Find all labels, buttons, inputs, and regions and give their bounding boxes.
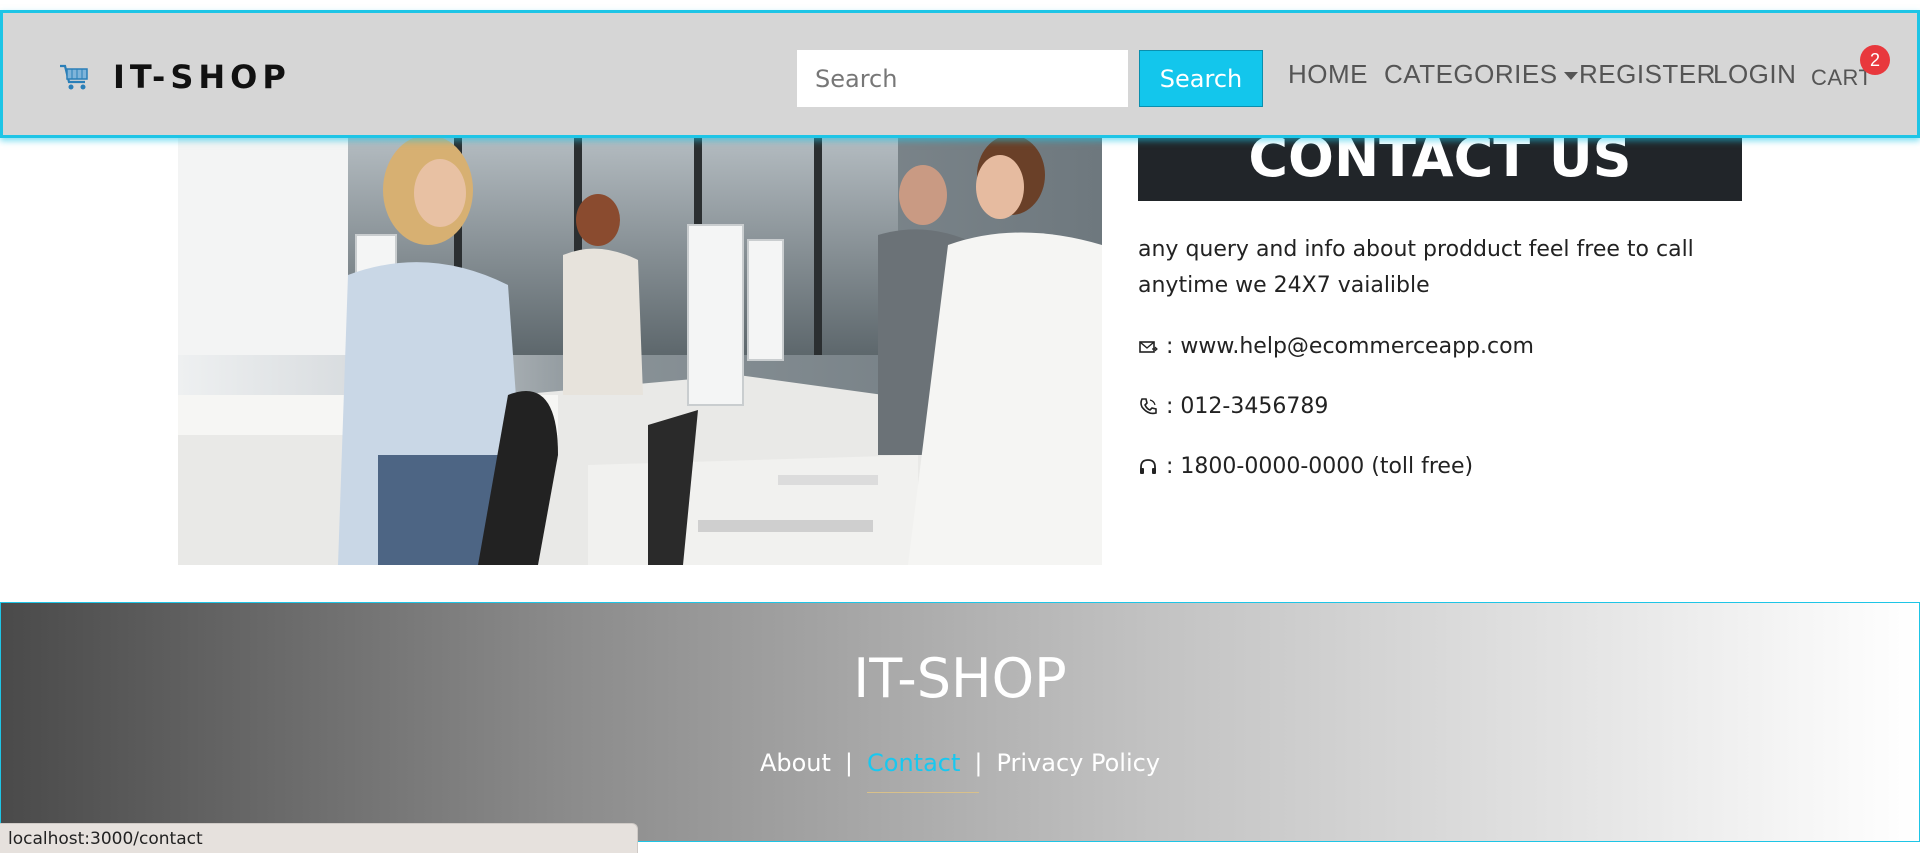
cart-count-badge: 2 xyxy=(1860,45,1890,75)
contact-phone: : 012-3456789 xyxy=(1138,394,1328,419)
headset-icon xyxy=(1140,458,1156,474)
footer-link-privacy[interactable]: Privacy Policy xyxy=(996,749,1160,777)
brand-link[interactable]: IT-SHOP xyxy=(57,58,291,96)
search-input[interactable] xyxy=(797,50,1128,107)
contact-email: : www.help@ecommerceapp.com xyxy=(1138,334,1534,359)
footer-separator: | xyxy=(974,749,983,777)
footer: IT-SHOP About | Contact | Privacy Policy xyxy=(0,602,1920,842)
footer-active-underline xyxy=(867,792,979,793)
contact-description: any query and info about prodduct feel f… xyxy=(1138,237,1694,298)
search-button[interactable]: Search xyxy=(1139,50,1263,107)
nav-categories-label: CATEGORIES xyxy=(1384,59,1558,89)
nav-register[interactable]: REGISTER xyxy=(1579,59,1716,90)
footer-link-contact[interactable]: Contact xyxy=(867,749,960,777)
contact-support: : 1800-0000-0000 (toll free) xyxy=(1138,454,1473,479)
navbar: IT-SHOP Search HOME CATEGORIES REGISTER … xyxy=(0,10,1920,138)
cart-icon xyxy=(60,64,88,90)
caret-down-icon xyxy=(1563,72,1578,81)
browser-status-bar: localhost:3000/contact xyxy=(0,823,638,853)
footer-title: IT-SHOP xyxy=(853,647,1067,710)
nav-home[interactable]: HOME xyxy=(1288,59,1368,90)
phone-icon xyxy=(1140,397,1157,414)
nav-categories-dropdown[interactable]: CATEGORIES xyxy=(1384,59,1578,90)
nav-login[interactable]: LOGIN xyxy=(1713,59,1796,90)
brand-name: IT-SHOP xyxy=(113,58,291,96)
footer-links: About | Contact | Privacy Policy xyxy=(1,749,1919,777)
contact-email-text: : www.help@ecommerceapp.com xyxy=(1166,334,1534,359)
mail-icon xyxy=(1139,340,1158,353)
call-center-photo xyxy=(178,125,1102,565)
contact-phone-text: : 012-3456789 xyxy=(1166,394,1329,419)
footer-separator: | xyxy=(844,749,854,777)
contact-support-text: : 1800-0000-0000 (toll free) xyxy=(1166,454,1474,479)
footer-link-about[interactable]: About xyxy=(760,749,831,777)
